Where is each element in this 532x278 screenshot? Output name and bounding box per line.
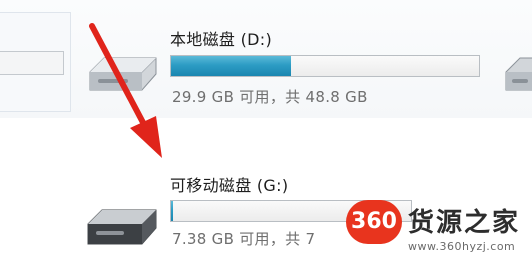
watermark-badge: 360 (346, 200, 402, 244)
watermark-name: 货源之家 (408, 208, 521, 238)
watermark-url: www.360hyzj.com (408, 240, 516, 253)
watermark-logo: 360 货源之家 www.360hyzj.com (346, 198, 532, 260)
